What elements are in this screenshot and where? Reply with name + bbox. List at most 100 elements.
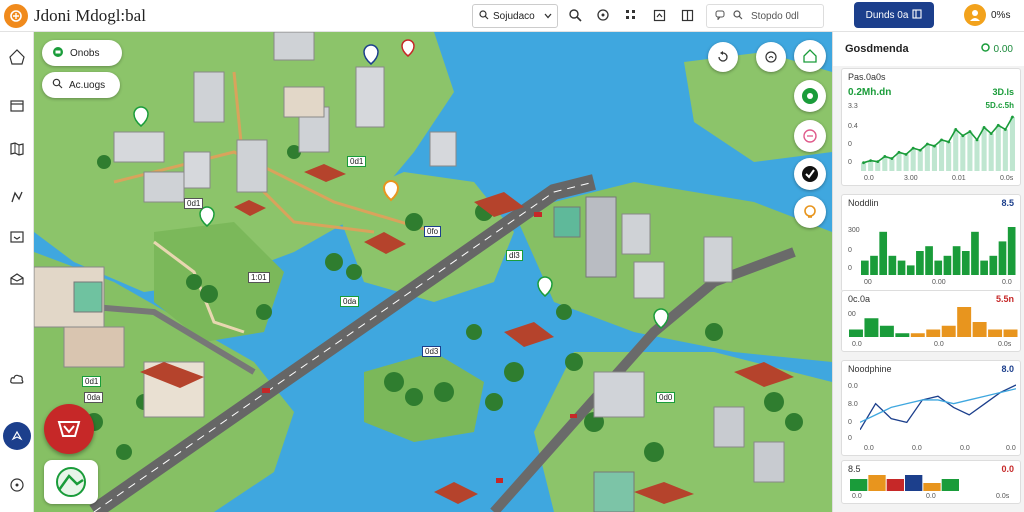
chart-bar xyxy=(974,139,980,171)
y-tick: 0 xyxy=(848,419,852,426)
avatar xyxy=(964,4,986,26)
marker-icon[interactable] xyxy=(794,120,826,152)
map-label[interactable]: 0d3 xyxy=(422,346,442,357)
x-tick: 0.0s xyxy=(996,493,1010,500)
x-tick: 0.01 xyxy=(952,175,966,182)
map-label[interactable]: 0da xyxy=(340,296,360,307)
chart-bar xyxy=(923,483,941,491)
chart-bar xyxy=(952,246,961,275)
location-icon[interactable] xyxy=(794,80,826,112)
map-graphic xyxy=(34,32,832,512)
card-headline: 0.2Mh.dn xyxy=(848,87,892,98)
chart-bar xyxy=(897,260,906,275)
book-icon[interactable] xyxy=(678,6,696,24)
metric-card-2[interactable]: Noddlin 8.5 300 0 0 00 0.00 0.0 xyxy=(841,194,1021,292)
route-icon[interactable] xyxy=(4,184,30,210)
search-icon xyxy=(733,9,743,23)
layer-toggle-1[interactable]: Onobs xyxy=(42,40,122,66)
info-icon[interactable] xyxy=(4,472,30,498)
chart-bar xyxy=(917,150,923,171)
y-tick: 3.3 xyxy=(848,103,858,110)
compass-icon[interactable] xyxy=(3,422,31,450)
chart-bar xyxy=(960,135,966,171)
card-value: 8.0 xyxy=(1001,364,1014,374)
chart-series-line xyxy=(860,384,1016,431)
map-fold-icon[interactable] xyxy=(4,136,30,162)
mail-icon[interactable] xyxy=(4,266,30,292)
folder-icon[interactable] xyxy=(4,92,30,118)
chart-bar xyxy=(971,231,979,275)
y-tick: 0 xyxy=(848,247,852,254)
home-icon[interactable] xyxy=(4,44,30,70)
card-title: Noodphine xyxy=(848,364,892,374)
panel-title: Gosdmenda xyxy=(845,43,909,55)
layers-icon[interactable] xyxy=(594,6,612,24)
chevron-down-icon xyxy=(544,11,552,22)
map-canvas[interactable]: 0d1 0d1 0fo dl3 1:01 0da 0d3 0d1 0d0 0da… xyxy=(34,32,832,512)
y-tick: 0 xyxy=(848,159,852,166)
cloud-icon[interactable] xyxy=(4,366,30,392)
chart-bar xyxy=(1009,117,1015,171)
map-label[interactable]: 1:01 xyxy=(248,272,270,283)
x-tick: 0.0s xyxy=(998,341,1012,348)
inbox-icon[interactable] xyxy=(4,224,30,250)
map-label[interactable]: 0d0 xyxy=(656,392,676,403)
chart-point xyxy=(933,144,936,148)
metric-card-5[interactable]: 8.5 0.0 0.0 0.0 0.0s xyxy=(841,460,1021,504)
chart-point xyxy=(961,134,965,138)
speech-bubble-icon xyxy=(715,10,725,23)
search-icon xyxy=(52,78,63,92)
chart-bar xyxy=(995,125,1001,171)
idea-icon[interactable] xyxy=(794,196,826,228)
chart-bar xyxy=(972,322,987,337)
rotate-icon[interactable] xyxy=(708,42,738,72)
map-label[interactable]: dl3 xyxy=(506,250,523,261)
zoom-icon[interactable] xyxy=(566,6,584,24)
area-chart xyxy=(861,115,1015,171)
chart-bar xyxy=(1003,329,1018,337)
chart-bar xyxy=(879,325,894,337)
map-label[interactable]: 0d1 xyxy=(82,376,102,387)
chart-bar xyxy=(1007,227,1016,275)
chart-bar xyxy=(925,246,933,275)
layer-toggle-2[interactable]: Ac.uogs xyxy=(42,72,120,98)
chart-point xyxy=(897,150,901,154)
app-logo-icon[interactable] xyxy=(4,4,28,28)
chart-point xyxy=(1011,115,1014,119)
feedback-icon[interactable] xyxy=(756,42,786,72)
grid-icon[interactable] xyxy=(622,6,640,24)
metric-card-1[interactable]: Pas.0a0s 0.2Mh.dn 3D.ls 5D.c.5h 3.3 0.4 … xyxy=(841,68,1021,186)
chart-bar xyxy=(864,318,879,337)
park-badge-icon[interactable] xyxy=(44,460,98,504)
chart-bar xyxy=(943,255,952,275)
home-view-icon[interactable] xyxy=(794,40,826,72)
x-tick: 0.0 xyxy=(864,175,874,182)
primary-action-button[interactable]: Dunds 0a xyxy=(854,2,934,28)
alert-shield-icon[interactable] xyxy=(44,404,94,454)
chart-point xyxy=(883,155,887,158)
map-label[interactable]: 0d1 xyxy=(347,156,367,167)
search-dropdown[interactable]: Sojudaco xyxy=(472,4,558,28)
chart-bar xyxy=(903,154,909,171)
user-menu[interactable]: 0%s xyxy=(964,4,1010,26)
chart-bar xyxy=(889,158,895,171)
map-label[interactable]: 0fo xyxy=(424,226,442,237)
chart-bar xyxy=(861,260,869,275)
x-tick: 0.0 xyxy=(960,445,970,452)
map-label[interactable]: 0d1 xyxy=(184,198,204,209)
location-search-input[interactable]: Stopdo 0dl xyxy=(706,4,824,28)
y-tick: 0.4 xyxy=(848,123,858,130)
line-chart xyxy=(860,384,1016,431)
card-value: 8.5 xyxy=(1001,198,1014,208)
metric-card-4[interactable]: Noodphine 8.0 0.0 8.0 0 0 0.0 0.0 0.0 0.… xyxy=(841,360,1021,456)
location-search-placeholder: Stopdo 0dl xyxy=(751,10,799,22)
top-bar: Jdoni Mdogl:bal Sojudaco Stopdo 0dl Dund… xyxy=(0,0,1024,32)
metric-card-3[interactable]: 0c.0a 5.5n 00 0.0 0.0 0.0s xyxy=(841,290,1021,352)
map-label[interactable]: 0da xyxy=(84,392,104,403)
chart-bar xyxy=(957,307,972,337)
chart-bar xyxy=(939,139,945,171)
chart-bar xyxy=(941,325,956,337)
check-icon[interactable] xyxy=(794,158,826,190)
y-tick: 0 xyxy=(848,435,852,442)
export-icon[interactable] xyxy=(650,6,668,24)
